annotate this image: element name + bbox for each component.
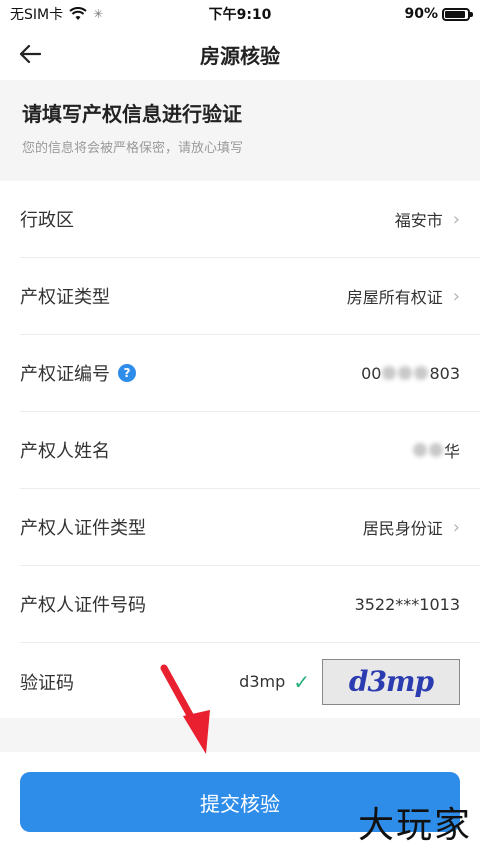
verification-form: 行政区 福安市 › 产权证类型 房屋所有权证 › 产权证编号 ? 00 803 … (0, 181, 480, 720)
id-type-label: 产权人证件类型 (20, 518, 146, 539)
status-left: 无SIM卡 ✳ (10, 4, 103, 24)
carrier-text: 无SIM卡 (10, 7, 64, 23)
owner-name-row[interactable]: 产权人姓名 华 (20, 412, 480, 489)
watermark-logo: 大玩家 (357, 805, 472, 846)
cert-type-row[interactable]: 产权证类型 房屋所有权证 › (20, 258, 480, 335)
back-button[interactable] (14, 38, 46, 70)
intro-subtitle: 您的信息将会被严格保密，请放心填写 (22, 141, 244, 156)
district-value-wrap: 福安市 › (395, 207, 460, 231)
district-value: 福安市 (394, 211, 443, 230)
id-no-label: 产权人证件号码 (20, 595, 146, 616)
wifi-icon (69, 7, 87, 20)
back-arrow-icon (19, 44, 41, 64)
battery-icon (442, 7, 473, 21)
cert-no-label-wrap: 产权证编号 ? (20, 360, 136, 386)
status-right: 90% (404, 6, 473, 22)
intro-section: 请填写产权信息进行验证 您的信息将会被严格保密，请放心填写 (0, 80, 480, 181)
blurred-digits (382, 366, 397, 380)
id-no-row[interactable]: 产权人证件号码 3522***1013 (20, 566, 480, 643)
check-icon: ✓ (293, 669, 310, 694)
captcha-right: d3mp ✓ d3mp (239, 658, 460, 705)
owner-name-label: 产权人姓名 (20, 441, 110, 462)
help-icon[interactable]: ? (118, 364, 136, 382)
cert-no-prefix: 00 (361, 363, 382, 383)
chevron-right-icon: › (452, 285, 460, 307)
loading-icon: ✳ (93, 7, 104, 21)
chevron-right-icon: › (452, 516, 460, 538)
battery-percent: 90% (404, 6, 438, 22)
cert-no-suffix: 803 (429, 363, 460, 383)
cert-type-value-wrap: 房屋所有权证 › (347, 284, 460, 308)
cert-no-field[interactable]: 00 803 (361, 364, 460, 383)
battery-fill (445, 10, 465, 18)
intro-title: 请填写产权信息进行验证 (22, 102, 242, 126)
page-title: 房源核验 (200, 43, 280, 68)
id-type-value: 居民身份证 (362, 519, 443, 538)
blurred-chars (412, 443, 427, 457)
cert-no-label: 产权证编号 (20, 364, 110, 385)
owner-name-suffix: 华 (443, 442, 460, 461)
cert-type-label: 产权证类型 (20, 287, 110, 308)
blurred-digits (398, 366, 413, 380)
cert-type-value: 房屋所有权证 (346, 288, 443, 307)
blurred-chars (428, 443, 443, 457)
section-divider (0, 718, 480, 752)
captcha-image[interactable]: d3mp (322, 658, 460, 705)
cert-no-row[interactable]: 产权证编号 ? 00 803 (20, 335, 480, 412)
captcha-label: 验证码 (20, 672, 74, 694)
blurred-digits (414, 366, 429, 380)
captcha-row: 验证码 d3mp ✓ d3mp (20, 643, 480, 720)
district-row[interactable]: 行政区 福安市 › (20, 181, 480, 258)
captcha-input[interactable]: d3mp (239, 672, 285, 691)
id-type-row[interactable]: 产权人证件类型 居民身份证 › (20, 489, 480, 566)
district-label: 行政区 (20, 210, 74, 231)
id-no-field[interactable]: 3522***1013 (355, 595, 460, 614)
status-bar: 无SIM卡 ✳ 下午9:10 90% (0, 0, 480, 28)
nav-bar: 房源核验 (0, 28, 480, 80)
owner-name-field[interactable]: 华 (412, 438, 460, 462)
captcha-image-text: d3mp (348, 665, 434, 698)
id-type-value-wrap: 居民身份证 › (363, 515, 460, 539)
chevron-right-icon: › (452, 208, 460, 230)
